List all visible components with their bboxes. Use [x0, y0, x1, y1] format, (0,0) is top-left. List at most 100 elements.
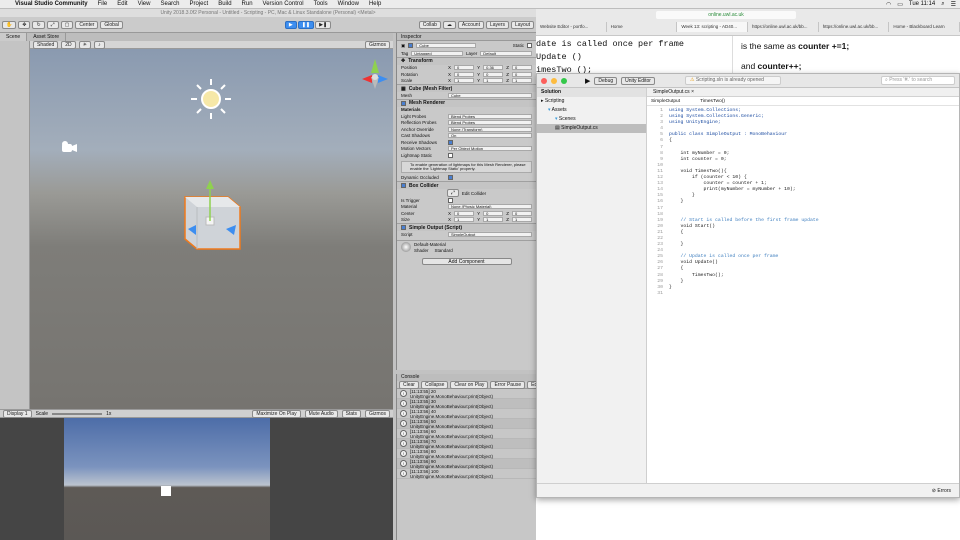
- breadcrumb-method[interactable]: TimesTwo(): [700, 97, 725, 105]
- size-y[interactable]: 1: [483, 217, 504, 223]
- directional-light-icon[interactable]: [191, 79, 231, 119]
- center-x[interactable]: 0: [454, 210, 475, 216]
- position-x[interactable]: 0: [454, 65, 475, 71]
- space-toggle[interactable]: Global: [100, 20, 123, 29]
- console-log-item[interactable]: ! [11:13:56] 40 UnityEngine.MonoBehaviour:…: [397, 409, 536, 419]
- play-button[interactable]: ▶: [284, 20, 297, 29]
- tree-item[interactable]: ▤ SimpleOutput.cs: [537, 124, 646, 133]
- menu-item-version-control[interactable]: Version Control: [258, 1, 309, 7]
- mesh-renderer-row-value[interactable]: On: [448, 133, 532, 139]
- layout-dropdown[interactable]: Layout: [510, 20, 534, 29]
- minimize-window-button[interactable]: [551, 77, 557, 84]
- tag-dropdown[interactable]: Untagged: [411, 50, 463, 56]
- hand-tool-button[interactable]: ✋: [2, 20, 17, 29]
- mesh-field[interactable]: Cube: [448, 92, 532, 98]
- scale-slider[interactable]: [52, 412, 103, 415]
- game-view[interactable]: [64, 418, 270, 540]
- audio-toggle[interactable]: ♪: [94, 40, 105, 49]
- collider-material-field[interactable]: None (Physic Material): [448, 204, 532, 210]
- rect-tool-button[interactable]: ▢: [60, 20, 74, 29]
- script-checkbox[interactable]: [401, 225, 406, 230]
- browser-tab[interactable]: https://online.uwl.ac.uk/bb...: [748, 22, 819, 32]
- mesh-renderer-row-value[interactable]: Blend Probes: [448, 113, 532, 119]
- errors-button[interactable]: Errors: [937, 488, 951, 494]
- console-log-item[interactable]: ! [11:13:56] 100 UnityEngine.MonoBehaviour…: [397, 469, 536, 479]
- console-clear-on-play-button[interactable]: Clear on Play: [450, 380, 489, 389]
- console-error-pause-button[interactable]: Error Pause: [490, 380, 526, 389]
- collab-dropdown[interactable]: Collab: [418, 20, 441, 29]
- console-log-item[interactable]: ! [11:13:56] 50 UnityEngine.MonoBehaviour:…: [397, 419, 536, 429]
- static-checkbox[interactable]: [527, 43, 532, 48]
- scale-tool-button[interactable]: ⤢: [46, 20, 59, 29]
- mesh-renderer-row-value[interactable]: Per Object Motion: [448, 146, 532, 152]
- console-log-item[interactable]: ! [11:13:56] 90 UnityEngine.MonoBehaviour:…: [397, 459, 536, 469]
- browser-tab[interactable]: https://online.uwl.ac.uk/bb...: [819, 22, 890, 32]
- pause-button[interactable]: ❚❚: [297, 20, 315, 29]
- edit-collider-button[interactable]: ⤢: [446, 189, 459, 197]
- script-header[interactable]: Simple Output (Script): [397, 223, 536, 231]
- wifi-icon[interactable]: ◠: [886, 1, 891, 8]
- shader-value[interactable]: Standard: [435, 248, 453, 253]
- run-button[interactable]: ▶: [585, 77, 590, 85]
- tree-item[interactable]: ▾ Assets: [537, 106, 646, 115]
- menu-item-file[interactable]: File: [93, 1, 113, 7]
- address-bar[interactable]: online.uwl.ac.uk: [656, 11, 796, 19]
- size-z[interactable]: 1: [511, 217, 533, 223]
- target-dropdown[interactable]: Unity Editor: [621, 76, 655, 85]
- position-z[interactable]: 0: [511, 65, 533, 71]
- mesh-renderer-row-value[interactable]: Blend Probes: [448, 120, 532, 126]
- console-log-item[interactable]: ! [11:13:55] 20 UnityEngine.MonoBehaviour:…: [397, 389, 536, 399]
- game-gizmos-toggle[interactable]: Gizmos: [365, 409, 390, 418]
- hierarchy-strip[interactable]: [0, 41, 30, 409]
- search-field[interactable]: ⌕ Press '⌘.' to search: [881, 76, 955, 85]
- menu-item-window[interactable]: Window: [333, 1, 364, 7]
- dynamic-occluded-checkbox[interactable]: [448, 175, 453, 181]
- mesh-filter-header[interactable]: ▦ Cube (Mesh Filter): [397, 84, 536, 92]
- console-log-item[interactable]: ! [11:13:55] 30 UnityEngine.MonoBehaviour:…: [397, 399, 536, 409]
- cloud-icon[interactable]: ☁: [442, 20, 456, 29]
- mesh-renderer-row-checkbox[interactable]: [448, 152, 453, 158]
- move-tool-button[interactable]: ✥: [18, 20, 31, 29]
- menu-item-view[interactable]: View: [133, 1, 156, 7]
- notification-bar[interactable]: ⚠ Scripting.sln is already opened: [684, 76, 781, 85]
- scene-view[interactable]: [30, 49, 393, 409]
- menu-item-tools[interactable]: Tools: [309, 1, 333, 7]
- menu-list-icon[interactable]: ☰: [951, 1, 956, 8]
- clock[interactable]: Tue 11:14: [909, 1, 935, 7]
- box-collider-checkbox[interactable]: [401, 183, 406, 188]
- tab-asset-store[interactable]: Asset Store: [27, 33, 67, 41]
- selected-cube[interactable]: [184, 180, 241, 250]
- center-y[interactable]: 0: [483, 210, 504, 216]
- add-component-button[interactable]: Add Component: [421, 257, 512, 265]
- center-z[interactable]: 0: [511, 210, 533, 216]
- app-menu[interactable]: Visual Studio Community: [10, 1, 93, 7]
- console-log-item[interactable]: ! [11:13:56] 70 UnityEngine.MonoBehaviour:…: [397, 439, 536, 449]
- console-log-item[interactable]: ! [11:13:56] 80 UnityEngine.MonoBehaviour:…: [397, 449, 536, 459]
- box-collider-header[interactable]: Box Collider: [397, 181, 536, 189]
- menu-item-run[interactable]: Run: [237, 1, 258, 7]
- scene-gizmo[interactable]: [362, 59, 388, 89]
- browser-tab[interactable]: Home: [607, 22, 678, 32]
- maximize-on-play-toggle[interactable]: Maximize On Play: [252, 409, 301, 418]
- battery-icon[interactable]: ▭: [897, 1, 903, 8]
- configuration-dropdown[interactable]: Debug: [594, 76, 618, 85]
- script-field[interactable]: SimpleOutput: [448, 231, 532, 237]
- active-checkbox[interactable]: [408, 43, 414, 48]
- rotate-tool-button[interactable]: ↻: [32, 20, 45, 29]
- menu-item-project[interactable]: Project: [185, 1, 214, 7]
- mesh-renderer-row-checkbox[interactable]: [448, 139, 453, 145]
- shading-mode-dropdown[interactable]: Shaded: [33, 40, 59, 49]
- console-clear-button[interactable]: Clear: [399, 380, 419, 389]
- scale-y[interactable]: 1: [483, 78, 504, 84]
- display-dropdown[interactable]: Display 1: [3, 409, 32, 418]
- search-icon[interactable]: ⌕: [941, 1, 944, 8]
- mesh-renderer-checkbox[interactable]: [401, 100, 406, 106]
- stats-toggle[interactable]: Stats: [341, 409, 362, 418]
- mesh-renderer-row-value[interactable]: None (Transform): [448, 126, 532, 132]
- console-log-item[interactable]: ! [11:13:56] 60 UnityEngine.MonoBehaviour:…: [397, 429, 536, 439]
- tree-item[interactable]: ▸ Scripting: [537, 97, 646, 106]
- console-tab[interactable]: Console: [397, 374, 536, 381]
- rotation-z[interactable]: 0: [511, 71, 533, 77]
- size-x[interactable]: 1: [454, 217, 475, 223]
- code-lines[interactable]: 1 using System.Collections; 2 using System.…: [647, 106, 959, 297]
